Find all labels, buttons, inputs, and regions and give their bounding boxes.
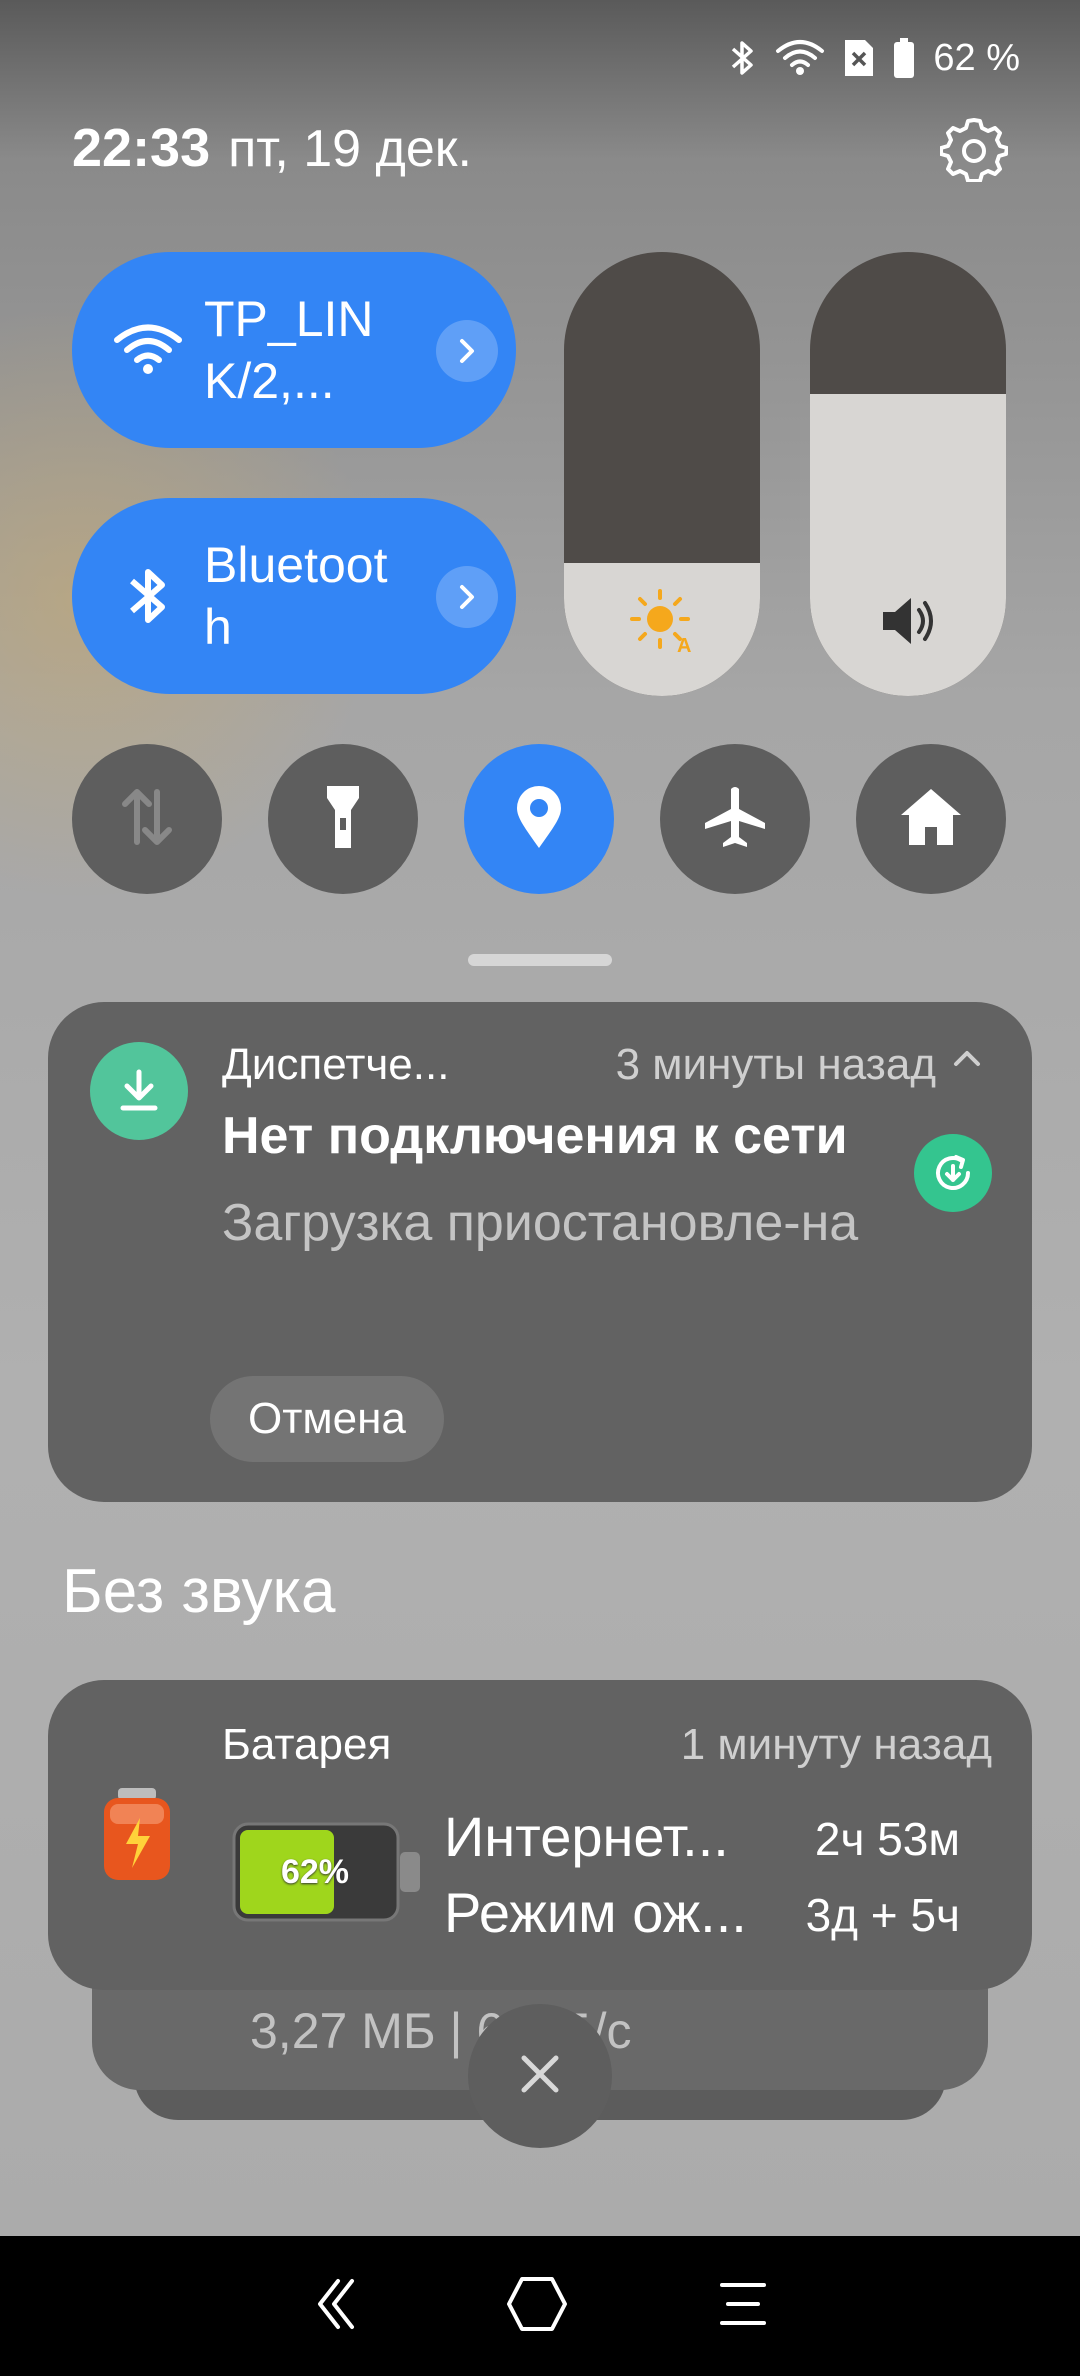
header-row: 22:33 пт, 19 дек.: [72, 112, 1009, 184]
bluetooth-icon: [729, 38, 757, 78]
wifi-tile[interactable]: TP_LINK/2,...: [72, 252, 516, 448]
notification-time: 3 минуты назад: [615, 1040, 936, 1089]
home-icon: [899, 787, 963, 852]
svg-text:A: A: [677, 635, 691, 654]
battery-notification[interactable]: Батарея 1 минуту назад 62% Интернет... 2…: [48, 1680, 1032, 1990]
chevron-up-icon[interactable]: [952, 1046, 982, 1075]
battery-row-value: 2ч 53м: [814, 1813, 960, 1865]
bluetooth-tile[interactable]: Bluetooth: [72, 498, 516, 694]
clock: 22:33: [72, 118, 211, 178]
home-toggle[interactable]: [856, 744, 1006, 894]
battery-row-label: Интернет...: [444, 1805, 729, 1868]
gear-icon[interactable]: [939, 114, 1009, 183]
status-bar: 62 %: [729, 30, 1020, 86]
sun-auto-icon: A: [564, 588, 760, 654]
location-pin-icon: [513, 784, 565, 855]
battery-icon: [893, 38, 915, 78]
home-hexagon-icon[interactable]: [506, 2276, 568, 2337]
notification-title: Нет подключения к сети: [222, 1107, 848, 1165]
volume-slider[interactable]: [810, 252, 1006, 696]
battery-app-icon: [96, 1784, 178, 1884]
download-notification[interactable]: Диспетче... 3 минуты назад Нет подключен…: [48, 1002, 1032, 1502]
bluetooth-icon: [112, 560, 184, 632]
battery-percent: 62 %: [933, 36, 1020, 79]
chevron-right-icon[interactable]: [436, 320, 498, 382]
battery-row-label: Режим ож...: [444, 1881, 747, 1944]
sim-off-icon: [843, 38, 875, 78]
panel-handle[interactable]: [468, 954, 612, 966]
recents-menu-icon[interactable]: [718, 2279, 768, 2334]
battery-row-value: 3д + 5ч: [805, 1889, 960, 1941]
location-toggle[interactable]: [464, 744, 614, 894]
mobile-data-toggle[interactable]: [72, 744, 222, 894]
silent-section-title: Без звука: [62, 1557, 336, 1626]
close-icon: [518, 2052, 562, 2101]
cancel-button[interactable]: Отмена: [210, 1376, 444, 1462]
clear-all-button[interactable]: [468, 2004, 612, 2148]
speaker-icon: [810, 588, 1006, 654]
date: пт, 19 дек.: [228, 120, 472, 178]
battery-percent-label: 62%: [280, 1852, 350, 1891]
wifi-network-name: TP_LINK/2,...: [204, 291, 374, 409]
notification-body: Загрузка приостановле-на: [222, 1194, 859, 1252]
airplane-toggle[interactable]: [660, 744, 810, 894]
resume-download-icon[interactable]: [914, 1134, 992, 1212]
chevron-right-icon[interactable]: [436, 566, 498, 628]
flashlight-icon: [323, 782, 363, 857]
notification-time: 1 минуту назад: [680, 1720, 992, 1769]
wifi-icon: [775, 39, 825, 77]
notification-app-name: Батарея: [222, 1720, 392, 1769]
data-arrows-icon: [117, 782, 177, 857]
wifi-icon: [112, 314, 184, 386]
brightness-slider[interactable]: A: [564, 252, 760, 696]
flashlight-toggle[interactable]: [268, 744, 418, 894]
airplane-icon: [703, 785, 767, 854]
notification-app-name: Диспетче...: [222, 1040, 450, 1089]
download-icon: [90, 1042, 188, 1140]
navigation-bar: [0, 2236, 1080, 2376]
back-icon[interactable]: [312, 2277, 356, 2336]
bluetooth-label: Bluetooth: [204, 537, 388, 655]
